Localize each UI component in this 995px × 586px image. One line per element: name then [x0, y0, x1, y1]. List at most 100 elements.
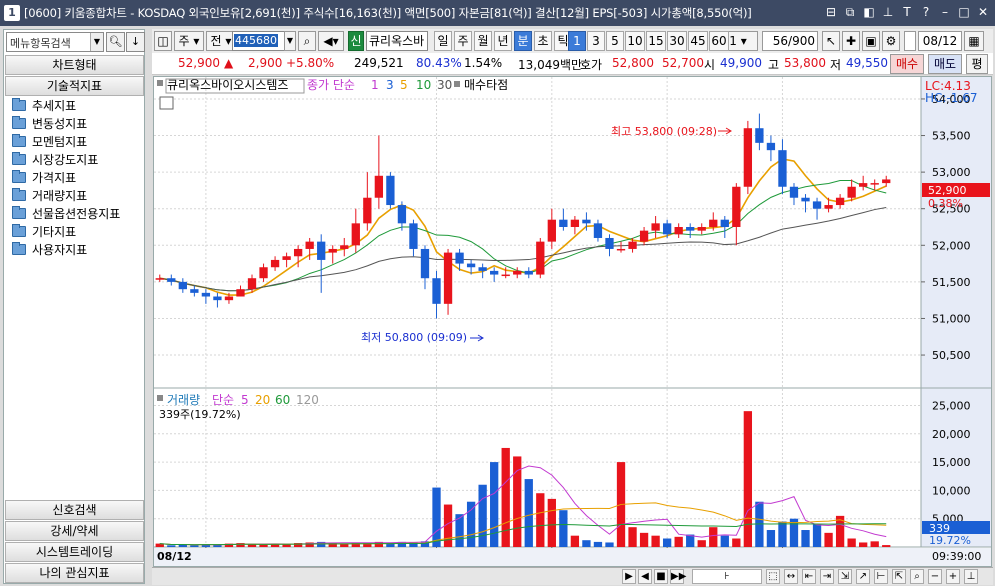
period-button-4[interactable]: 분	[514, 31, 532, 51]
next-icon[interactable]: ▶▶	[670, 569, 686, 584]
eval-button[interactable]: 평	[966, 54, 988, 74]
search-icon[interactable]: 🔍︎	[106, 32, 125, 52]
ma-period-5[interactable]: 5	[400, 78, 408, 92]
tree-item-market-strength[interactable]: 시장강도지표	[8, 150, 144, 168]
date-field[interactable]: 08/12	[918, 31, 962, 51]
chart-area[interactable]: 54,000 53,500 53,000 52,500 52,000 51,500 51,0…	[153, 76, 992, 567]
search-icon[interactable]: ⌕	[298, 31, 316, 51]
vol-ma-period-5[interactable]: 5	[241, 393, 249, 407]
sidebar-section-technical[interactable]: 기술적지표	[5, 76, 144, 96]
sidebar-section-chart-type[interactable]: 차트형태	[5, 55, 144, 75]
play-icon[interactable]: ▶	[622, 569, 636, 584]
interval-button-45[interactable]: 45	[688, 31, 708, 51]
sidebar-section-my-indicators[interactable]: 나의 관심지표	[5, 563, 144, 583]
date-checkbox[interactable]	[904, 31, 916, 51]
zoom-box-icon[interactable]: ⬚	[766, 569, 780, 584]
window-restore-icon[interactable]: ⧉	[842, 4, 858, 21]
legend-toggle-icon[interactable]	[454, 81, 460, 87]
tree-item-price[interactable]: 가격지표	[8, 168, 144, 186]
interval-button-30[interactable]: 30	[667, 31, 687, 51]
vol-ma-period-120[interactable]: 120	[296, 393, 319, 407]
stock-name-field[interactable]: 큐리옥스바	[366, 31, 428, 51]
grid-toggle-icon[interactable]	[159, 96, 174, 110]
zoom-out-icon[interactable]: −	[928, 569, 942, 584]
interval-button-10[interactable]: 10	[625, 31, 645, 51]
font-icon[interactable]: T	[899, 4, 915, 21]
sidebar-section-bull-bear[interactable]: 강세/약세	[5, 521, 144, 541]
arrow-down-icon[interactable]: ↓	[126, 32, 145, 52]
scroll-left-icon[interactable]: ⇤	[802, 569, 816, 584]
period-button-5[interactable]: 초	[534, 31, 552, 51]
close-icon[interactable]: ✕	[975, 4, 991, 21]
interval-button-15[interactable]: 15	[646, 31, 666, 51]
menu-search-dropdown-icon[interactable]: ▼	[90, 33, 103, 51]
volume-ma-label[interactable]: 단순	[212, 393, 234, 407]
window-pin-icon[interactable]: ◧	[861, 4, 877, 21]
sound-icon[interactable]: ◀▾	[318, 31, 344, 51]
scroll-right-icon[interactable]: ⇥	[820, 569, 834, 584]
scroll-slider[interactable]: ⊦	[692, 569, 762, 584]
calendar-icon[interactable]: ▦	[964, 31, 984, 51]
drag-icon[interactable]: ⇲	[838, 569, 852, 584]
interval-button-1[interactable]: 1	[568, 31, 586, 51]
chart-svg[interactable]: 54,00053,50053,00052,50052,00051,50051,0…	[154, 77, 991, 566]
search-icon[interactable]: ⌕	[910, 569, 924, 584]
candle-body	[674, 227, 683, 235]
vol-ma-period-20[interactable]: 20	[255, 393, 270, 407]
volume-legend-name[interactable]: 거래량	[167, 393, 200, 407]
period-button-0[interactable]: 일	[434, 31, 452, 51]
period-button-2[interactable]: 월	[474, 31, 492, 51]
ma-label[interactable]: 종가 단순	[307, 78, 355, 92]
interval-button-3[interactable]: 3	[587, 31, 605, 51]
page-count-field[interactable]: 56/900	[762, 31, 818, 51]
stop-icon[interactable]: ■	[654, 569, 668, 584]
period-button-1[interactable]: 주	[454, 31, 472, 51]
ma-period-10[interactable]: 10	[416, 78, 431, 92]
tree-item-trend[interactable]: 추세지표	[8, 96, 144, 114]
layout-icon[interactable]: ◫	[154, 31, 172, 51]
save-icon[interactable]: ▣	[862, 31, 880, 51]
tree-item-other[interactable]: 기타지표	[8, 222, 144, 240]
tree-item-futures-options[interactable]: 선물옵션전용지표	[8, 204, 144, 222]
period-button-3[interactable]: 년	[494, 31, 512, 51]
tree-item-user[interactable]: 사용자지표	[8, 240, 144, 258]
legend-toggle-icon[interactable]	[157, 80, 163, 86]
divider-icon[interactable]: ⊢	[874, 569, 888, 584]
ma-period-3[interactable]: 3	[386, 78, 394, 92]
buy-button[interactable]: 매수	[890, 54, 924, 74]
sidebar-section-signal-search[interactable]: 신호검색	[5, 500, 144, 520]
code-dropdown-icon[interactable]: ▼	[284, 31, 296, 51]
legend-toggle-icon[interactable]	[157, 395, 163, 401]
ma-period-30[interactable]: 30	[437, 78, 452, 92]
cross-icon[interactable]: ✚	[842, 31, 860, 51]
pin-icon[interactable]: ⊥	[880, 4, 896, 21]
price-legend-name[interactable]: 큐리옥스바이오시스템즈	[167, 78, 288, 92]
volume-tick-label: 10,000	[932, 484, 971, 497]
ma-period-1[interactable]: 1	[371, 78, 379, 92]
tree-item-momentum[interactable]: 모멘텀지표	[8, 132, 144, 150]
vol-ma-period-60[interactable]: 60	[275, 393, 290, 407]
minimize-icon[interactable]: –	[937, 4, 953, 21]
window-list-icon[interactable]: ⊟	[823, 4, 839, 21]
help-icon[interactable]: ?	[918, 4, 934, 21]
trend-icon[interactable]: ↗	[856, 569, 870, 584]
maximize-icon[interactable]: □	[956, 4, 972, 21]
zoom-fit-icon[interactable]: ↔	[784, 569, 798, 584]
tree-item-volatility[interactable]: 변동성지표	[8, 114, 144, 132]
interval-button-5[interactable]: 5	[606, 31, 624, 51]
collapse-icon[interactable]: ⊥	[964, 569, 978, 584]
zoom-in-icon[interactable]: +	[946, 569, 960, 584]
volume-bar	[812, 524, 822, 547]
gear-icon[interactable]: ⚙	[882, 31, 900, 51]
mode-select[interactable]: 주 ▾	[174, 31, 204, 51]
tree-item-volume[interactable]: 거래량지표	[8, 186, 144, 204]
tree-item-label: 거래량지표	[32, 188, 88, 203]
buy-point-legend[interactable]: 매수타점	[464, 78, 508, 92]
sidebar-section-system-trading[interactable]: 시스템트레이딩	[5, 542, 144, 562]
sell-button[interactable]: 매도	[928, 54, 962, 74]
prev-icon[interactable]: ◀	[638, 569, 652, 584]
interval-button-60[interactable]: 60	[709, 31, 729, 51]
pointer-icon[interactable]: ⇱	[892, 569, 906, 584]
high-price: 53,800	[784, 56, 826, 70]
cursor-icon[interactable]: ↖	[822, 31, 840, 51]
